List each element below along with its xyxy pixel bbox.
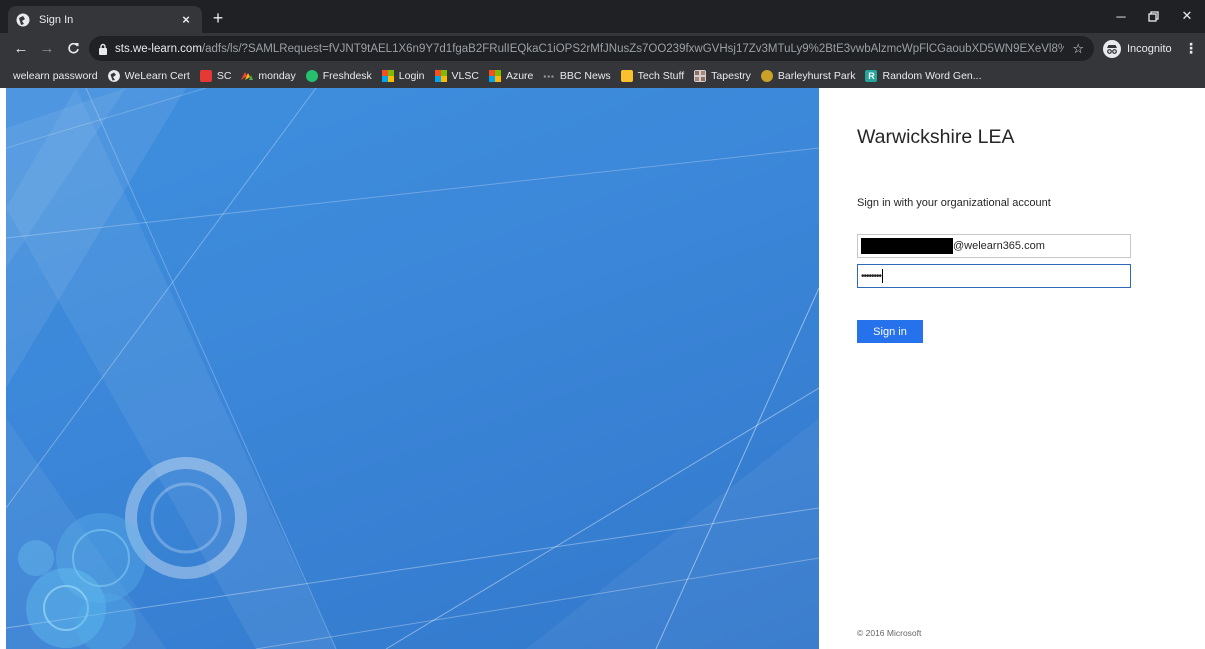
reload-icon[interactable] (62, 37, 84, 59)
bookmark-label: Tech Stuff (637, 70, 685, 82)
back-arrow-icon[interactable]: ← (10, 37, 32, 59)
bookmark-label: WeLearn Cert (124, 70, 190, 82)
bookmark-label: monday (258, 70, 296, 82)
tab-bar: Sign In × + ─ ✕ (0, 0, 1205, 33)
yellow-folder-icon (620, 70, 633, 82)
bookmark-barleyhurst-park[interactable]: Barleyhurst Park (756, 66, 861, 86)
globe-icon (16, 13, 30, 27)
microsoft-icon (434, 70, 447, 82)
bookmark-azure[interactable]: Azure (484, 66, 538, 86)
bookmark-welearn-password[interactable]: welearn password (8, 66, 103, 86)
bookmark-label: Login (398, 70, 425, 82)
bookmark-label: BBC News (559, 70, 611, 82)
lock-icon (97, 43, 109, 55)
bookmark-tech-stuff[interactable]: Tech Stuff (616, 66, 690, 86)
new-tab-icon[interactable]: + (207, 7, 229, 29)
password-field[interactable]: •••••••• (857, 264, 1131, 288)
organization-title: Warwickshire LEA (857, 126, 1015, 148)
incognito-label: Incognito (1127, 42, 1172, 55)
username-suffix: @welearn365.com (953, 240, 1045, 252)
bookmark-random-word-gen[interactable]: R Random Word Gen... (860, 66, 986, 86)
username-field[interactable]: @welearn365.com (857, 234, 1131, 258)
tapestry-icon (694, 70, 707, 82)
bookmark-label: welearn password (13, 70, 98, 82)
sign-in-button[interactable]: Sign in (857, 320, 923, 343)
bookmark-welearn-cert[interactable]: WeLearn Cert (103, 66, 195, 86)
restore-icon[interactable] (1138, 6, 1168, 26)
bookmark-bbc-news[interactable]: ▪▪▪ BBC News (538, 66, 615, 86)
bookmark-login[interactable]: Login (377, 66, 430, 86)
tab-close-icon[interactable]: × (178, 12, 194, 27)
globe-icon (107, 70, 120, 82)
bookmark-label: Tapestry (711, 70, 751, 82)
random-word-icon: R (865, 70, 878, 82)
tab-sign-in[interactable]: Sign In × (8, 6, 202, 33)
barleyhurst-icon (760, 70, 773, 82)
page-content: Warwickshire LEA Sign in with your organ… (0, 88, 1205, 649)
freshdesk-icon (305, 70, 318, 82)
bookmark-tapestry[interactable]: Tapestry (689, 66, 756, 86)
bookmark-star-icon[interactable]: ☆ (1072, 41, 1084, 57)
bbc-icon: ▪▪▪ (543, 71, 555, 81)
redacted-username (861, 238, 953, 254)
minimize-icon[interactable]: ─ (1106, 6, 1136, 26)
red-folder-icon (199, 70, 212, 82)
url-host: sts.we-learn.com (115, 42, 202, 55)
background-lines-graphic (6, 88, 819, 649)
microsoft-icon (488, 70, 501, 82)
copyright-text: © 2016 Microsoft (857, 628, 922, 638)
bookmark-label: VLSC (451, 70, 479, 82)
kebab-menu-icon[interactable]: ⋮ (1184, 38, 1198, 59)
tab-title: Sign In (39, 13, 74, 26)
bookmark-monday[interactable]: monday (236, 66, 300, 86)
bookmark-label: Barleyhurst Park (777, 70, 856, 82)
url-path: /adfs/ls/?SAMLRequest=fVJNT9tAEL1X6n9Y7d… (201, 42, 1065, 55)
incognito-indicator[interactable]: Incognito (1103, 38, 1172, 59)
password-mask: •••••••• (861, 270, 882, 282)
address-bar[interactable]: sts.we-learn.com/adfs/ls/?SAMLRequest=fV… (89, 36, 1094, 61)
monday-icon (241, 72, 254, 80)
microsoft-icon (381, 70, 394, 82)
bookmark-label: Freshdesk (322, 70, 372, 82)
bookmark-label: SC (216, 70, 232, 82)
bookmarks-bar: welearn password WeLearn Cert SC monday … (0, 64, 1205, 88)
bookmark-sc[interactable]: SC (195, 66, 237, 86)
url-text: sts.we-learn.com/adfs/ls/?SAMLRequest=fV… (115, 43, 1064, 55)
sign-in-prompt: Sign in with your organizational account (857, 197, 1051, 209)
bookmark-label: Azure (505, 70, 534, 82)
background-illustration (6, 88, 819, 649)
forward-arrow-icon[interactable]: → (36, 37, 58, 59)
incognito-icon (1103, 39, 1121, 58)
browser-toolbar: ← → sts.we-learn.com/adfs/ls/?SAMLReques… (0, 33, 1205, 64)
bookmark-label: Random Word Gen... (882, 70, 982, 82)
close-window-icon[interactable]: ✕ (1172, 6, 1202, 26)
bookmark-freshdesk[interactable]: Freshdesk (301, 66, 377, 86)
text-caret (882, 269, 884, 283)
sign-in-panel: Warwickshire LEA Sign in with your organ… (819, 88, 1205, 649)
bookmark-vlsc[interactable]: VLSC (430, 66, 484, 86)
